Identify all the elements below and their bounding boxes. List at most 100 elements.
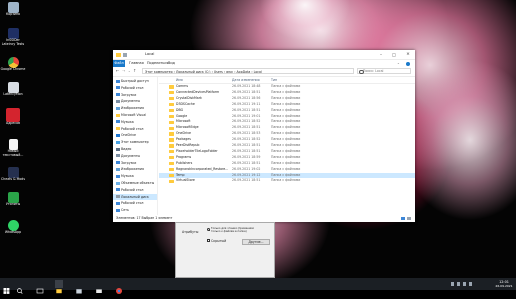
search-icon[interactable]	[16, 280, 23, 294]
desktop-item-chrome[interactable]: Google Chrome	[0, 57, 26, 72]
nav-item-local-disk[interactable]: Локальный диск	[113, 193, 157, 200]
desktop-item-label: Cheats & Mods	[1, 177, 25, 181]
tab-home[interactable]: Главная	[129, 60, 144, 67]
desktop-item-antivirus[interactable]: Адресов	[0, 108, 26, 126]
attributes-label: Атрибуты	[182, 230, 199, 234]
nav-item-network[interactable]: Сеть	[113, 207, 157, 213]
system-tray[interactable]	[451, 280, 491, 288]
folder-icon	[116, 127, 120, 131]
readonly-checkbox[interactable]	[207, 228, 210, 231]
back-arrow-icon[interactable]: ←	[116, 67, 119, 75]
details-view-icon[interactable]	[401, 217, 405, 220]
task-view-icon[interactable]	[36, 280, 44, 294]
desktop-item-label: Google Chrome	[0, 67, 26, 71]
nav-item-3d-objects[interactable]: Объемные объекты	[113, 180, 157, 186]
start-icon[interactable]	[3, 280, 10, 294]
maximize-button[interactable]: □	[388, 50, 400, 59]
image-icon	[116, 167, 120, 171]
explorer-icon[interactable]	[55, 280, 63, 294]
nav-item-videos[interactable]: Видео	[113, 146, 157, 152]
nav-item-label: Изображения	[121, 106, 144, 111]
desktop-item-label: Адресов	[6, 121, 20, 125]
column-header-name[interactable]: Имя	[176, 77, 183, 83]
nav-item-label: Музыка	[121, 174, 134, 179]
folder-icon	[169, 126, 174, 130]
nav-item-label: Документы	[121, 99, 141, 104]
store-icon[interactable]	[75, 280, 83, 294]
close-button[interactable]: ×	[401, 50, 415, 59]
folder-icon	[169, 114, 174, 119]
desktop-item-label: Новый текстовый...	[2, 149, 24, 157]
nav-item-onedrive[interactable]: OneDrive	[113, 132, 157, 138]
desktop-item-latencymon[interactable]: LatencyMon	[0, 82, 26, 97]
tab-share[interactable]: Поделиться	[147, 60, 168, 67]
tiles-view-icon[interactable]	[407, 217, 411, 220]
desktop-item-recycle-bin[interactable]: Корзина	[0, 2, 26, 17]
window-titlebar[interactable]: Local – □ ×	[113, 50, 415, 60]
nav-item-documents-pc[interactable]: Документы	[113, 153, 157, 159]
nav-item-music-pc[interactable]: Музыка	[113, 173, 157, 179]
nav-item-this-pc[interactable]: Этот компьютер	[113, 139, 157, 145]
recent-locations-icon[interactable]: ⌄	[128, 67, 131, 75]
tab-view[interactable]: Вид	[168, 60, 175, 67]
column-header-date[interactable]: Дата изменения	[232, 77, 260, 83]
minimize-button[interactable]: –	[375, 50, 387, 59]
nav-item-label: Локальный диск	[121, 194, 149, 199]
search-icon	[359, 69, 364, 74]
column-header-type[interactable]: Тип	[271, 77, 277, 83]
up-arrow-icon[interactable]: ↑	[133, 67, 136, 75]
folder-icon	[169, 161, 174, 166]
mail-icon[interactable]	[95, 280, 103, 293]
document-icon	[116, 99, 120, 103]
quick-access-toolbar-icon[interactable]	[123, 52, 127, 57]
window-title: Local	[145, 52, 155, 56]
desktop-item-whatsapp[interactable]: WhatsApp	[0, 220, 26, 235]
desktop-item-inssider[interactable]: InSSIDer Lateincy Tests	[0, 28, 26, 47]
forward-arrow-icon[interactable]: →	[122, 67, 125, 75]
nav-item-desktop-2[interactable]: Рабочий стол	[113, 200, 157, 206]
nav-item-desktop-pc[interactable]: Рабочий стол	[113, 187, 157, 193]
file-name: VirtualStore	[176, 178, 195, 183]
clock[interactable]: 12:01 26.09.2021	[493, 280, 515, 288]
folder-icon	[169, 85, 174, 89]
nav-item-pictures[interactable]: Изображения	[113, 105, 157, 111]
desktop-item-label: InSSIDer Lateincy Tests	[1, 38, 25, 46]
desktop-icon	[116, 201, 120, 205]
nav-item-music[interactable]: Музыка	[113, 119, 157, 125]
search-input[interactable]: Поиск: Local	[357, 68, 411, 74]
nav-item-label: Рабочий стол	[121, 187, 144, 192]
nav-item-documents[interactable]: Документы	[113, 98, 157, 104]
pc-icon	[116, 140, 120, 144]
other-attributes-button[interactable]: Другие...	[242, 239, 270, 245]
nav-item-pictures-pc[interactable]: Изображения	[113, 166, 157, 172]
hidden-checkbox[interactable]	[207, 239, 210, 242]
nav-item-downloads-pc[interactable]: Загрузки	[113, 160, 157, 166]
address-bar[interactable]: Этот компьютер › Локальный диск (C:) › U…	[142, 68, 354, 74]
nav-item-desktop[interactable]: Рабочий стол	[113, 85, 157, 91]
desktop-item-text-file[interactable]: Новый текстовый...	[0, 139, 26, 158]
nav-item-microsoft-visual[interactable]: Microsoft Visual	[113, 112, 157, 118]
nav-item-quick-access[interactable]: Быстрый доступ	[113, 78, 157, 84]
chrome-icon[interactable]	[115, 280, 123, 294]
readonly-label: Только для чтения (применимо только к фа…	[211, 227, 255, 233]
desktop-icon	[116, 188, 120, 192]
status-text: Элементов: 17 Выбран 1 элемент	[116, 216, 173, 220]
folder-icon	[169, 167, 174, 172]
image-icon	[116, 106, 120, 110]
file-row[interactable]: VirtualStore 26.09.2021 18:51 Папка с файл…	[159, 178, 415, 184]
clock-date: 26.09.2021	[495, 284, 513, 288]
nav-item-label: Сеть	[121, 208, 129, 213]
nav-item-label: Этот компьютер	[121, 140, 149, 145]
properties-dialog: Атрибуты Только для чтения (применимо то…	[175, 222, 275, 278]
nav-item-desktop-folder[interactable]: Рабочий стол	[113, 126, 157, 132]
ribbon-tabs: Файл Главная Поделиться Вид ⌄	[113, 60, 415, 67]
chevron-down-icon[interactable]: ⌄	[397, 60, 400, 67]
help-icon[interactable]	[406, 61, 410, 66]
desktop-item-cheats[interactable]: Cheats & Mods	[0, 167, 26, 182]
desktop-item-label: LatencyMon	[3, 92, 23, 96]
desktop-item-utilities[interactable]: Утилиты	[0, 192, 26, 207]
tab-file[interactable]: Файл	[113, 60, 125, 67]
nav-item-downloads[interactable]: Загрузки	[113, 92, 157, 98]
folder-icon	[169, 97, 174, 101]
nav-item-label: Microsoft Visual	[121, 113, 147, 117]
